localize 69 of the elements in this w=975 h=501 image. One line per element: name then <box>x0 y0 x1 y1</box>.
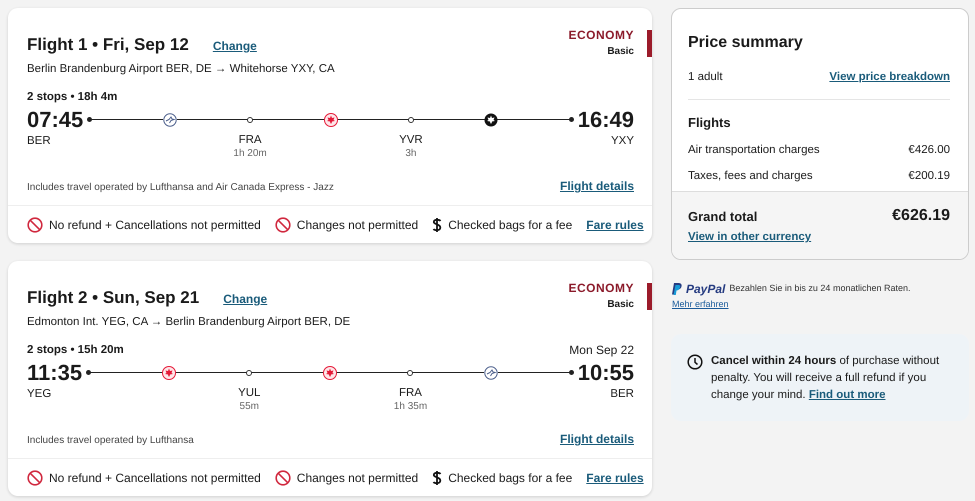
installment-text: Bezahlen Sie in bis zu 24 monatlichen Raten. <box>729 282 910 295</box>
grand-total-amount: €626.19 <box>892 206 950 226</box>
arrival-date: Mon Sep 22 <box>569 342 634 360</box>
crane-logo-icon <box>484 366 498 380</box>
stops-summary: 2 stops • 15h 20m <box>27 343 124 358</box>
fare-condition: Checked bags for a fee <box>448 470 572 487</box>
operator-note: Includes travel operated by Lufthansa and Air Canada Express - Jazz <box>27 181 334 196</box>
fare-type: Basic <box>607 298 634 312</box>
layover-duration: 1h 20m <box>233 147 267 162</box>
charge-label: Taxes, fees and charges <box>688 169 813 184</box>
departure-time: 11:35 <box>27 360 82 386</box>
dollar-icon <box>432 470 442 486</box>
fare-rules-link[interactable]: Fare rules <box>586 216 644 234</box>
prohibited-icon <box>274 216 291 233</box>
change-link[interactable]: Change <box>223 290 268 308</box>
fare-condition: No refund + Cancellations not permitted <box>49 216 261 234</box>
cabin-class: ECONOMY <box>568 27 634 44</box>
paypal-p-icon <box>672 282 682 294</box>
fare-marker <box>647 283 652 310</box>
airport-code: YXY <box>610 134 634 150</box>
departure-time: 07:45 <box>27 107 84 134</box>
price-summary-title: Price summary <box>688 33 804 53</box>
layover-duration: 1h 35m <box>394 400 428 414</box>
learn-more-link[interactable]: Mehr erfahren <box>672 298 969 310</box>
clock-icon <box>687 354 703 370</box>
flight-title: Flight 2 • Sun, Sep 21 <box>27 287 200 309</box>
fare-type: Basic <box>607 45 634 59</box>
airport-code: FRA <box>398 386 422 400</box>
fare-condition: Checked bags for a fee <box>448 216 572 234</box>
prohibited-icon <box>27 470 43 486</box>
price-breakdown-link[interactable]: View price breakdown <box>829 69 950 86</box>
fare-condition: No refund + Cancellations not permitted <box>49 470 261 487</box>
cabin-class: ECONOMY <box>568 280 634 297</box>
flight-title: Flight 1 • Fri, Sep 12 <box>27 34 189 56</box>
arrival-time: 10:55 <box>578 360 634 386</box>
fare-condition: Changes not permitted <box>296 216 418 234</box>
layover-duration: 55m <box>240 400 259 414</box>
airport-code: YUL <box>238 386 260 400</box>
grand-total-label: Grand total <box>688 208 758 226</box>
find-out-more-link[interactable]: Find out more <box>808 388 886 400</box>
fare-condition: Changes not permitted <box>296 470 418 487</box>
cancel-policy-text: Cancel within 24 hours of purchase without penalty. You will receive a full refund if you change your mind. Find out more <box>711 354 940 402</box>
passenger-count: 1 adult <box>688 70 723 85</box>
prohibited-icon <box>27 216 43 233</box>
stops-summary: 2 stops • 18h 4m <box>27 90 118 105</box>
airport-code: YVR <box>399 133 423 148</box>
currency-link[interactable]: View in other currency <box>688 229 952 246</box>
airport-code: FRA <box>238 133 262 148</box>
change-link[interactable]: Change <box>212 37 257 55</box>
airport-code: BER <box>609 387 634 402</box>
flight-details-link[interactable]: Flight details <box>560 430 634 448</box>
fare-marker <box>647 30 652 57</box>
airport-code: BER <box>27 134 52 150</box>
charge-amount: €426.00 <box>908 142 950 158</box>
layover-duration: 3h <box>405 147 416 162</box>
airport-code: YEG <box>27 387 52 402</box>
section-heading: Flights <box>688 114 732 132</box>
paypal-logo: PayPal <box>686 280 726 298</box>
operator-note: Includes travel operated by Lufthansa <box>27 434 194 448</box>
charge-amount: €200.19 <box>908 169 950 184</box>
flight-details-link[interactable]: Flight details <box>560 177 634 196</box>
route-text: Edmonton Int. YEG, CA → Berlin Brandenburg Airport BER, DE <box>27 315 352 330</box>
arrival-time: 16:49 <box>578 107 634 134</box>
fare-rules-link[interactable]: Fare rules <box>586 468 644 487</box>
crane-logo-icon <box>162 113 177 128</box>
route-text: Berlin Brandenburg Airport BER, DE → Whitehorse YXY, CA <box>27 62 336 77</box>
prohibited-icon <box>274 470 291 486</box>
charge-label: Air transportation charges <box>688 142 820 158</box>
dollar-icon <box>432 216 442 233</box>
